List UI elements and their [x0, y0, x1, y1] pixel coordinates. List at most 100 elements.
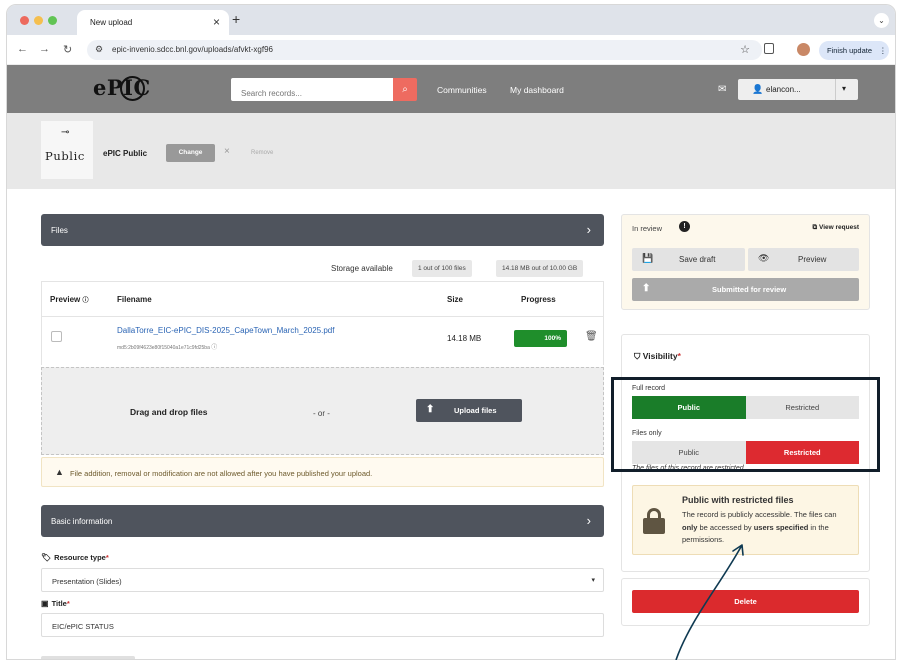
- community-bar: ⊸ Public ePIC Public Change × Remove: [7, 113, 895, 189]
- user-dropdown[interactable]: 👤 elancon... ▾: [738, 79, 858, 100]
- preview-checkbox[interactable]: [51, 331, 62, 342]
- help-icon: ⓘ: [211, 345, 218, 351]
- files-only-public-option[interactable]: Public: [632, 441, 746, 464]
- shield-icon: ⛉: [634, 351, 641, 361]
- full-record-toggle: Public Restricted: [632, 396, 859, 419]
- visibility-title: ⛉ Visibility*: [634, 351, 681, 361]
- preview-button[interactable]: 👁 Preview: [748, 248, 859, 271]
- review-status: In review: [632, 224, 663, 233]
- change-community-button[interactable]: Change: [166, 144, 215, 162]
- search-button[interactable]: ⌕: [393, 78, 417, 101]
- forward-arrow-icon[interactable]: →: [39, 43, 50, 55]
- files-section-title: Files: [51, 226, 68, 235]
- inbox-icon[interactable]: ✉: [718, 84, 726, 95]
- column-header-preview: Preview ⓘ: [50, 295, 89, 304]
- maximize-window-button[interactable]: [48, 16, 57, 25]
- upload-icon: ⬆: [426, 404, 435, 415]
- storage-available-label: Storage available: [331, 264, 393, 273]
- restricted-note: The files of this record are restricted.: [632, 465, 746, 472]
- finish-update-label: Finish update: [827, 46, 873, 55]
- nav-my-dashboard[interactable]: My dashboard: [510, 85, 564, 95]
- tab-bar: New upload × + ⌄: [7, 5, 895, 35]
- community-logo: ⊸ Public: [41, 121, 93, 179]
- site-settings-icon[interactable]: ⚙: [95, 44, 103, 55]
- basic-information-accordion-header[interactable]: Basic information ›: [41, 505, 604, 537]
- or-separator: - or -: [313, 409, 330, 418]
- drag-drop-label: Drag and drop files: [130, 407, 208, 417]
- title-value: EIC/ePIC STATUS: [52, 622, 114, 631]
- title-label: ▣ Title*: [41, 599, 70, 608]
- user-icon: 👤: [752, 84, 764, 94]
- caret-down-icon: ▾: [591, 577, 595, 584]
- minimize-window-button[interactable]: [34, 16, 43, 25]
- preview-label: Preview: [798, 255, 827, 264]
- column-header-size: Size: [447, 295, 464, 304]
- bookmark-star-icon[interactable]: ☆: [740, 43, 750, 56]
- search-input[interactable]: [231, 78, 393, 101]
- file-dropzone[interactable]: Drag and drop files - or - ⬆ Upload file…: [41, 367, 604, 455]
- resource-type-value: Presentation (Slides): [52, 577, 122, 586]
- close-window-button[interactable]: [20, 16, 29, 25]
- book-icon: ▣: [41, 599, 49, 608]
- info-icon[interactable]: !: [679, 221, 690, 232]
- files-only-toggle: Public Restricted: [632, 441, 859, 464]
- upload-files-button[interactable]: ⬆ Upload files: [416, 399, 522, 422]
- epic-logo-ring: [120, 76, 145, 101]
- delete-panel: Delete: [621, 578, 870, 626]
- upload-files-label: Upload files: [454, 406, 497, 415]
- community-logo-glyph: ⊸: [61, 127, 70, 138]
- tab-menu-chevron-icon[interactable]: ⌄: [874, 13, 889, 28]
- reload-icon[interactable]: ↻: [63, 43, 72, 56]
- files-table: Preview ⓘ Filename Size Progress DallaTo…: [41, 281, 604, 365]
- full-record-restricted-option[interactable]: Restricted: [745, 396, 859, 419]
- storage-size-badge: 14.18 MB out of 10.00 GB: [496, 260, 584, 277]
- community-logo-text: Public: [45, 149, 85, 163]
- next-field-stub: [41, 656, 135, 659]
- remove-community-link[interactable]: Remove: [251, 150, 273, 156]
- file-link[interactable]: DallaTorre_EIC-ePIC_DIS-2025_CapeTown_Ma…: [117, 326, 334, 335]
- resource-type-label: 🏷 Resource type*: [41, 553, 109, 562]
- finish-update-button[interactable]: Finish update ⋮: [819, 41, 889, 60]
- tab-new-upload[interactable]: New upload ×: [77, 10, 229, 35]
- user-name: elancon...: [766, 85, 801, 94]
- tab-title: New upload: [90, 18, 133, 27]
- view-request-link[interactable]: ⧉ View request: [813, 224, 859, 232]
- title-input[interactable]: EIC/ePIC STATUS: [41, 613, 604, 637]
- upload-progress-bar: 100%: [514, 330, 567, 347]
- save-icon: 💾: [642, 253, 654, 263]
- extensions-icon[interactable]: [764, 43, 774, 54]
- files-accordion-header[interactable]: Files ›: [41, 214, 604, 246]
- url-text: epic-invenio.sdcc.bnl.gov/uploads/afvkt-…: [112, 45, 273, 54]
- warning-text: File addition, removal or modification a…: [70, 469, 373, 478]
- address-bar[interactable]: ⚙ epic-invenio.sdcc.bnl.gov/uploads/afvk…: [87, 40, 762, 60]
- site-header: ePIC ⌕ Communities My dashboard ✉ 👤 elan…: [7, 65, 895, 113]
- publish-warning: ▲ File addition, removal or modification…: [41, 457, 604, 487]
- resource-type-select[interactable]: Presentation (Slides) ▾: [41, 568, 604, 592]
- submitted-for-review-button[interactable]: ⬆ Submitted for review: [632, 278, 859, 301]
- back-arrow-icon[interactable]: ←: [17, 43, 28, 55]
- caret-down-icon: ▾: [842, 84, 847, 93]
- basic-information-title: Basic information: [51, 517, 113, 526]
- visibility-info-text: The record is publicly accessible. The f…: [682, 510, 837, 544]
- delete-button[interactable]: Delete: [632, 590, 859, 613]
- profile-avatar[interactable]: [797, 43, 810, 56]
- save-draft-button[interactable]: 💾 Save draft: [632, 248, 745, 271]
- trash-icon[interactable]: 🗑: [585, 331, 598, 342]
- warning-icon: ▲: [55, 467, 64, 477]
- review-panel: In review ! ⧉ View request 💾 Save draft …: [621, 214, 870, 310]
- full-record-public-option[interactable]: Public: [632, 396, 746, 419]
- nav-communities[interactable]: Communities: [437, 85, 487, 95]
- column-header-filename: Filename: [117, 295, 152, 304]
- external-link-icon: ⧉: [812, 224, 818, 231]
- upload-icon: ⬆: [642, 283, 651, 294]
- lock-icon: [643, 508, 665, 534]
- visibility-panel: ⛉ Visibility* Full record Public Restric…: [621, 334, 870, 572]
- new-tab-icon[interactable]: +: [232, 11, 240, 27]
- close-icon[interactable]: ×: [213, 15, 220, 29]
- chevron-right-icon: ›: [586, 513, 591, 528]
- community-name: ePIC Public: [103, 149, 148, 158]
- kebab-menu-icon[interactable]: ⋮: [879, 46, 887, 55]
- remove-icon[interactable]: ×: [224, 146, 230, 157]
- files-only-restricted-option[interactable]: Restricted: [745, 441, 859, 464]
- files-only-label: Files only: [632, 430, 662, 437]
